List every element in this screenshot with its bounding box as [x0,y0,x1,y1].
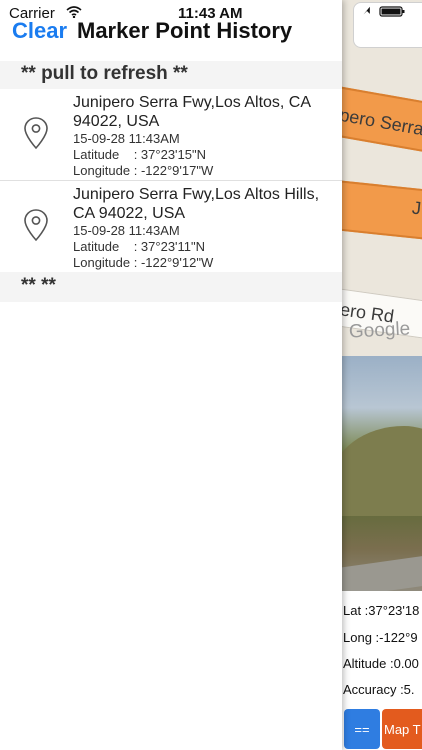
longitude-label: Longitude : -122°9'17"W [73,163,214,178]
list-footer-label: ** ** [21,275,56,296]
map-view[interactable]: pero Serra J ero Rd Google [342,0,422,356]
latitude-label: Latitude : 37°23'15"N [73,147,206,162]
address-line: Junipero Serra Fwy,Los Altos, CA [73,94,312,111]
address-line: 94022, USA [73,113,160,130]
menu-button[interactable]: == [344,709,380,749]
info-latitude: Lat :37°23'18 [343,603,420,618]
location-info-panel: Lat :37°23'18 Long :-122°9 Altitude :0.0… [342,591,422,707]
address-line: Junipero Serra Fwy,Los Altos Hills, [73,186,320,203]
list-footer: ** ** [0,272,342,302]
nav-bar: Clear Marker Point History [0,17,342,61]
datetime-label: 15-09-28 11:43AM [73,131,180,146]
map-pin-icon [23,208,49,247]
history-drawer: Carrier 11:43 AM Clear Marker Point Hist… [0,0,342,750]
page-title: Marker Point History [77,18,293,43]
google-watermark: Google [348,318,411,343]
list-item[interactable]: Junipero Serra Fwy,Los Altos Hills, CA 9… [0,181,342,273]
datetime-label: 15-09-28 11:43AM [73,223,180,238]
street-view-road [342,553,422,591]
latitude-label: Latitude : 37°23'11"N [73,239,206,254]
bottom-toolbar: == Map T [342,709,422,750]
info-accuracy: Accuracy :5. [343,682,415,697]
longitude-label: Longitude : -122°9'12"W [73,255,214,270]
status-icons [360,4,420,22]
map-pin-icon [23,116,49,155]
clear-button[interactable]: Clear [12,18,67,44]
street-view-hill [342,426,422,516]
address-line: CA 94022, USA [73,205,186,222]
map-road [342,179,422,243]
status-icons-graphic [363,6,405,17]
info-longitude: Long :-122°9 [343,630,418,645]
info-altitude: Altitude :0.00 [343,656,419,671]
list-item[interactable]: Junipero Serra Fwy,Los Altos, CA 94022, … [0,89,342,181]
pull-to-refresh-header[interactable]: ** pull to refresh ** [0,61,342,89]
pull-to-refresh-label: ** pull to refresh ** [21,63,188,84]
map-type-button[interactable]: Map T [382,709,422,749]
street-view-image [342,356,422,591]
